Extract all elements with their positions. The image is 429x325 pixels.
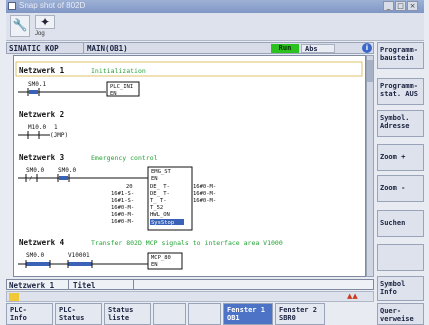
ladder-diagram: Netzwerk 1 Initialization SM0.1 PLC_INI … [15,61,363,270]
network-3-pin-left-6: 16#0-M- [111,219,134,225]
network-3-pin-mid-3: T_ T- [150,198,167,204]
network-3-label: Netzwerk 3 [19,153,65,162]
network-1-comment: Initialization [91,67,146,75]
network-3-contact-1-negation: / [29,176,32,182]
close-button[interactable]: × [407,1,418,11]
softkey-querverweise[interactable]: Quer- verweise [377,303,424,325]
network-1-highlight [15,61,363,77]
network-1-label: Netzwerk 1 [19,66,65,75]
info-icon[interactable]: i [362,43,372,53]
network-3-pin-left-5: 16#0-M- [111,212,134,218]
network-3-pin-mid-4: T_52 [150,205,163,211]
softkey-empty-1[interactable] [153,303,186,325]
editor-header: SINATIC KOP MAIN(OB1) Run Abs i [6,42,374,54]
network-3-box-name: EMG_ST [151,169,172,175]
softkey-programmbaustein[interactable]: Programm- baustein [377,42,424,69]
network-4-box-en: EN [151,262,158,268]
toolbar: 🔧 ✦ Jog [6,13,424,41]
network-4-contact-2-fill [68,262,92,266]
editor-scrollbar[interactable] [366,55,374,277]
status-title: Titel [73,281,96,290]
softkey-status-liste[interactable]: Status liste [104,303,151,325]
softkey-plc-status[interactable]: PLC- Status [55,303,102,325]
network-1-contact-operand: SM0.1 [28,81,46,88]
network-2-jump-coil: (JMP) [50,132,68,139]
channel-status-icon: ▲▲ [347,292,358,300]
network-3-pin-right-1: 16#0-M- [193,184,216,190]
network-4-comment: Transfer 802D MCP signals to interface a… [91,239,283,247]
network-3-pin-left-1: 20 [126,184,133,190]
network-2-contact-operand: M10.0 [28,124,46,131]
network-4-contact-1-fill [26,262,50,266]
network-3-pin-right-2: 16#0-M- [193,191,216,197]
run-status: Run [271,44,299,53]
alarm-icon [9,293,19,301]
softkey-programmstat-aus[interactable]: Programm- stat. AUS [377,78,424,105]
network-4-box-name: MCP_80 [151,255,171,261]
network-2-jump-number: 1 [54,124,58,131]
network-3-pin-left-4: 16#0-M- [111,205,134,211]
softkey-fenster-1[interactable]: Fenster 1 OB1 [223,303,273,325]
network-4-contact-1-operand: SM0.0 [26,252,44,259]
block-label: MAIN(OB1) [87,44,128,53]
app-screen: Snap shot of 802D _ □ × 🔧 ✦ Jog SINATIC … [0,0,429,325]
network-1-contact-fill [29,90,38,94]
network-1-box-name: PLC_INI [110,84,133,90]
window-controls: _ □ × [383,1,418,11]
softkey-symbol-adresse[interactable]: Symbol. Adresse [377,110,424,137]
network-3-contact-2-operand: SM0.0 [58,167,76,174]
network-3-contact-2-fill [59,176,68,180]
mode-label: SINATIC KOP [9,44,59,53]
jog-icon[interactable]: ✦ [35,15,55,29]
softkey-empty[interactable] [377,244,424,271]
network-3-pin-left-3: 16#1-S- [111,198,134,204]
network-3-box-en: EN [151,176,158,182]
softkey-zoom-minus[interactable]: Zoom - [377,175,424,202]
message-line: ▲▲ [6,291,374,302]
minimize-button[interactable]: _ [383,1,394,11]
app-icon [8,2,16,10]
network-3-contact-1-operand: SM0.0 [26,167,44,174]
softkey-empty-2[interactable] [188,303,221,325]
network-1-box-en: EN [110,91,117,97]
network-4-label: Netzwerk 4 [19,238,65,247]
network-3-pin-mid-2: DE_ T- [150,191,170,197]
title-bar: Snap shot of 802D _ □ × [6,0,424,13]
status-line: Netzwerk 1 Titel [6,279,374,290]
softkey-plc-info[interactable]: PLC- Info [6,303,53,325]
ladder-editor[interactable]: Netzwerk 1 Initialization SM0.1 PLC_INI … [13,55,366,277]
network-3-comment: Emergency control [91,154,158,162]
softkey-fenster-2[interactable]: Fenster 2 SBR0 [275,303,325,325]
wrench-icon[interactable]: 🔧 [10,15,30,37]
abs-status: Abs [301,44,335,53]
network-3-pin-mid-6: SysStop [151,220,174,226]
softkey-symbol-info[interactable]: Symbol Info [377,276,424,301]
jog-label: Jog [35,31,45,37]
window-title: Snap shot of 802D [19,1,86,10]
network-4-contact-2-operand: V10001 [68,252,90,259]
network-3-pin-left-2: 16#1-S- [111,191,134,197]
softkey-zoom-plus[interactable]: Zoom + [377,144,424,171]
network-3-pin-right-3: 16#0-M- [193,198,216,204]
network-3-pin-mid-1: DE_ T- [150,184,170,190]
network-3-pin-mid-5: HWL_ON [150,212,170,218]
maximize-button[interactable]: □ [395,1,406,11]
scrollbar-thumb[interactable] [367,60,373,82]
status-network: Netzwerk 1 [9,281,55,290]
softkey-suchen[interactable]: Suchen [377,210,424,237]
network-2-label: Netzwerk 2 [19,110,64,119]
